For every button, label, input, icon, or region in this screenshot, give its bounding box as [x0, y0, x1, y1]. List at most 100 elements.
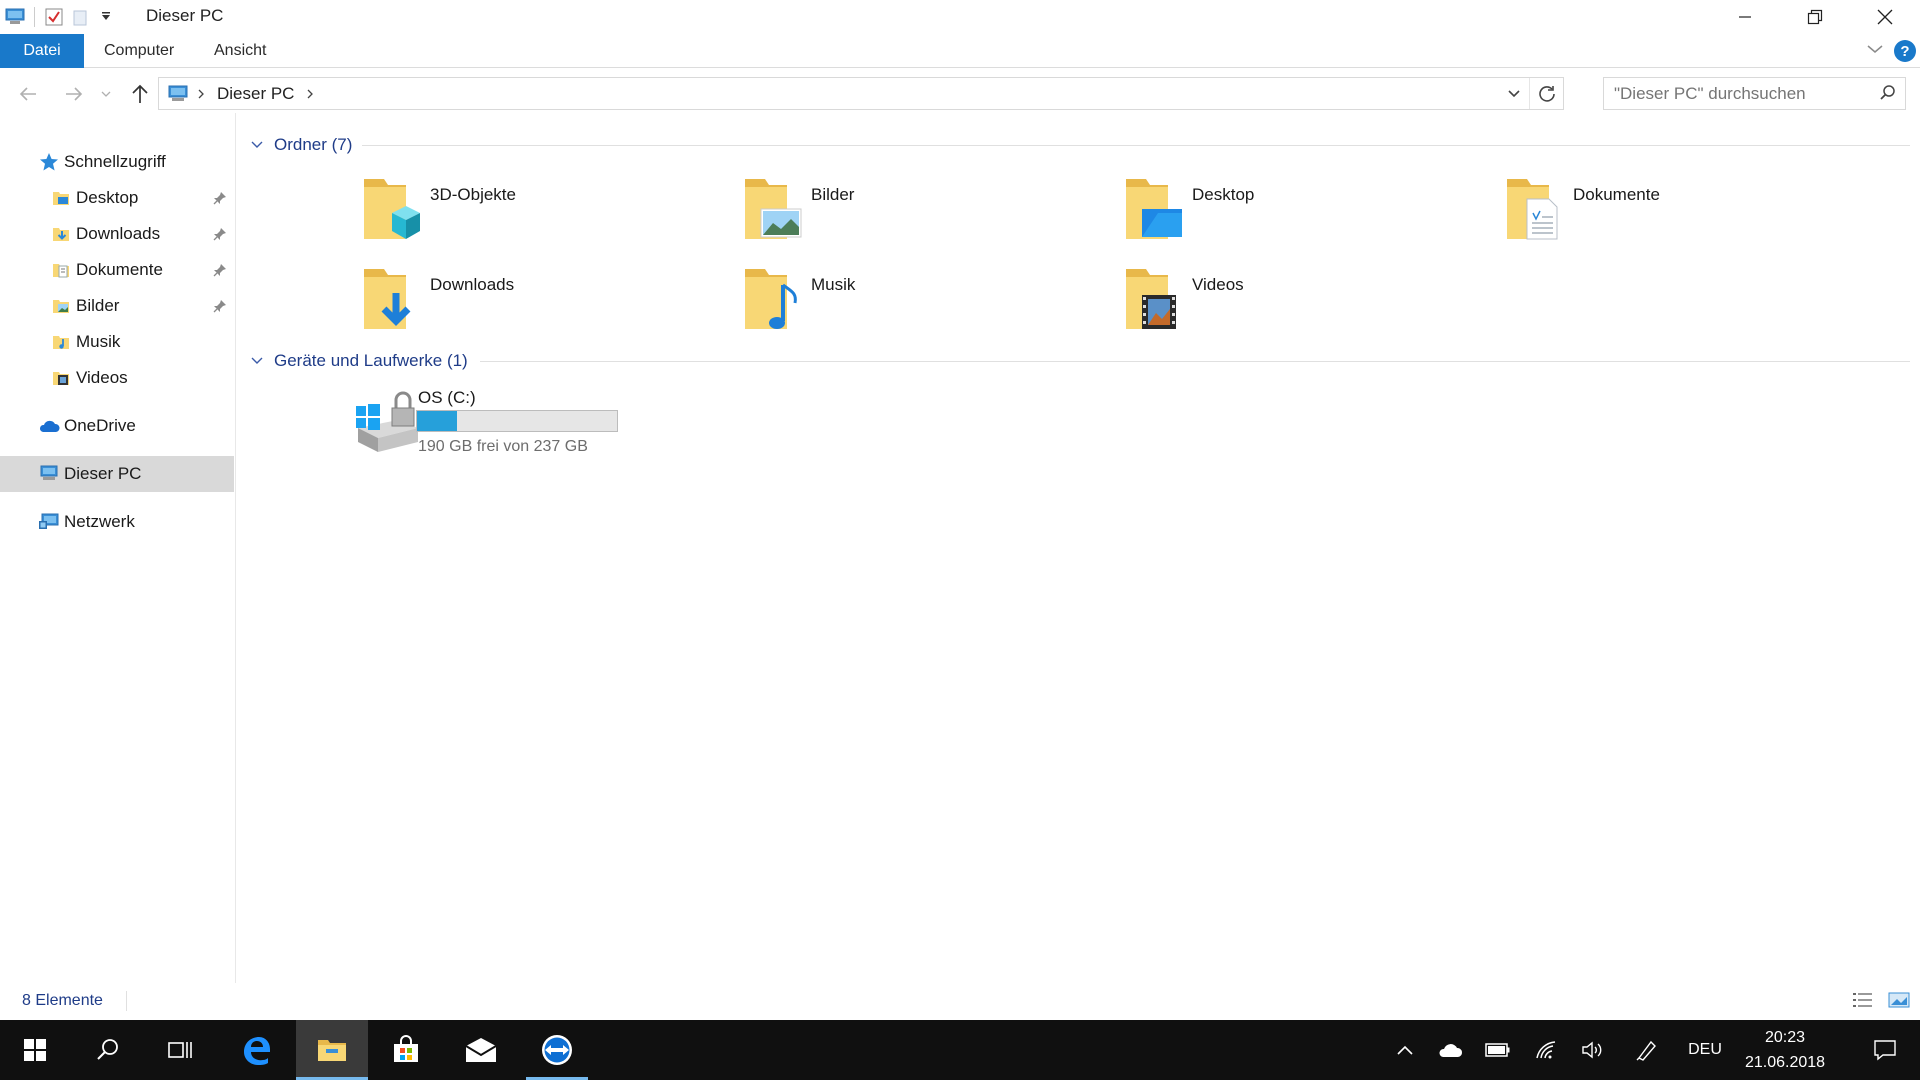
large-icons-view-icon[interactable] — [1888, 991, 1910, 1014]
folder-label: Videos — [1192, 275, 1244, 294]
new-folder-icon[interactable] — [67, 5, 93, 29]
breadcrumb-separator-icon[interactable] — [197, 88, 205, 100]
mail-button[interactable] — [444, 1020, 518, 1080]
forward-button[interactable] — [56, 76, 92, 112]
refresh-button[interactable] — [1529, 78, 1563, 109]
arrow-left-icon — [19, 87, 36, 101]
tab-datei[interactable]: Datei — [0, 34, 84, 68]
window-title: Dieser PC — [146, 6, 224, 25]
folder-3d-objekte[interactable]: 3D-Objekte — [362, 173, 732, 253]
sidebar-item-netzwerk[interactable]: Netzwerk — [0, 504, 234, 540]
pin-icon[interactable] — [213, 262, 227, 282]
up-button[interactable] — [122, 76, 158, 112]
start-button[interactable] — [0, 1020, 70, 1080]
minimize-button[interactable] — [1710, 0, 1780, 34]
pen-workspace-button[interactable] — [1624, 1020, 1670, 1080]
folder-label: Dokumente — [1573, 185, 1660, 204]
sidebar-item-label: Dieser PC — [64, 464, 142, 483]
file-explorer-taskbar-button[interactable] — [296, 1020, 368, 1080]
expand-ribbon-button[interactable] — [1866, 42, 1884, 60]
customize-toolbar-chevron-icon[interactable] — [93, 5, 119, 29]
sidebar-item-videos[interactable]: Videos — [0, 360, 234, 396]
search-input[interactable] — [1614, 83, 1864, 104]
details-view-icon[interactable] — [1852, 991, 1874, 1014]
folder-videos[interactable]: Videos — [1124, 263, 1494, 343]
pin-icon[interactable] — [213, 298, 227, 318]
folder-desktop[interactable]: Desktop — [1124, 173, 1494, 253]
help-button[interactable]: ? — [1894, 40, 1916, 62]
chevron-down-icon — [1508, 89, 1520, 97]
teamviewer-button[interactable] — [526, 1020, 588, 1080]
group-header-folders[interactable]: Ordner (7) — [250, 133, 1910, 157]
taskbar-search-button[interactable] — [72, 1020, 144, 1080]
folder-label: Bilder — [811, 185, 855, 204]
view-switcher — [1852, 991, 1910, 1014]
title-bar: Dieser PC — [0, 0, 1920, 34]
volume-tray-button[interactable] — [1570, 1020, 1616, 1080]
search-icon — [97, 1039, 118, 1060]
close-button[interactable] — [1850, 0, 1920, 34]
drive-os-c[interactable]: OS (C:) 190 GB frei von 237 GB — [352, 388, 672, 468]
sidebar-item-schnellzugriff[interactable]: Schnellzugriff — [0, 144, 234, 180]
wifi-tray-button[interactable] — [1524, 1020, 1570, 1080]
task-view-button[interactable] — [144, 1020, 216, 1080]
edge-button[interactable] — [218, 1020, 294, 1080]
breadcrumb-dieser-pc[interactable]: Dieser PC — [217, 84, 294, 104]
clock-button[interactable]: 20:23 21.06.2018 — [1735, 1025, 1835, 1075]
sidebar-item-musik[interactable]: Musik — [0, 324, 234, 360]
sidebar-item-onedrive[interactable]: OneDrive — [0, 408, 234, 444]
address-bar[interactable]: Dieser PC — [158, 77, 1564, 110]
folder-label: Desktop — [1192, 185, 1255, 204]
back-button[interactable] — [10, 76, 46, 112]
pin-icon[interactable] — [213, 190, 227, 210]
sidebar-item-dieser-pc[interactable]: Dieser PC — [0, 456, 234, 492]
taskbar: DEU 20:23 21.06.2018 — [0, 1020, 1920, 1080]
folder-documents-icon — [50, 259, 72, 281]
teamviewer-icon — [542, 1035, 572, 1065]
group-divider — [480, 361, 1910, 362]
folder-musik[interactable]: Musik — [743, 263, 1113, 343]
recent-locations-button[interactable] — [92, 76, 120, 112]
sidebar-item-label: Bilder — [76, 296, 120, 315]
cloud-icon — [1439, 1044, 1463, 1057]
minimize-icon — [1739, 16, 1751, 18]
pen-icon — [1636, 1040, 1656, 1061]
search-box[interactable] — [1603, 77, 1906, 110]
onedrive-tray-button[interactable] — [1428, 1020, 1472, 1080]
folder-downloads[interactable]: Downloads — [362, 263, 732, 343]
edge-icon — [244, 1037, 270, 1065]
sidebar-item-downloads[interactable]: Downloads — [0, 216, 234, 252]
show-hidden-icons-button[interactable] — [1383, 1020, 1427, 1080]
action-center-button[interactable] — [1850, 1020, 1920, 1080]
clock-date: 21.06.2018 — [1744, 1054, 1826, 1071]
folder-label: Musik — [811, 275, 856, 294]
tab-computer[interactable]: Computer — [104, 34, 174, 68]
clock-time: 20:23 — [1764, 1029, 1806, 1046]
address-history-dropdown[interactable] — [1501, 78, 1527, 109]
battery-tray-button[interactable] — [1476, 1020, 1520, 1080]
chevron-down-icon — [250, 140, 264, 150]
sidebar-item-label: Netzwerk — [64, 512, 135, 531]
sidebar-item-label: OneDrive — [64, 416, 136, 435]
network-icon — [38, 511, 60, 533]
quick-access-toolbar — [2, 5, 119, 29]
computer-icon[interactable] — [2, 5, 28, 29]
breadcrumb-chevron-icon[interactable] — [306, 88, 314, 100]
status-separator — [126, 991, 127, 1011]
folder-bilder[interactable]: Bilder — [743, 173, 1113, 253]
folder-dokumente[interactable]: Dokumente — [1505, 173, 1875, 253]
input-language-button[interactable]: DEU — [1676, 1020, 1734, 1080]
group-header-drives[interactable]: Geräte und Laufwerke (1) — [250, 349, 1910, 373]
restore-button[interactable] — [1780, 0, 1850, 34]
sidebar-item-dokumente[interactable]: Dokumente — [0, 252, 234, 288]
search-icon[interactable] — [1879, 84, 1897, 107]
sidebar-item-bilder[interactable]: Bilder — [0, 288, 234, 324]
tab-ansicht[interactable]: Ansicht — [214, 34, 266, 68]
sidebar-item-desktop[interactable]: Desktop — [0, 180, 234, 216]
folder-label: 3D-Objekte — [430, 185, 516, 204]
folder-pictures-icon — [50, 295, 72, 317]
store-button[interactable] — [370, 1020, 442, 1080]
properties-icon[interactable] — [41, 5, 67, 29]
folder-label: Downloads — [430, 275, 515, 294]
pin-icon[interactable] — [213, 226, 227, 246]
